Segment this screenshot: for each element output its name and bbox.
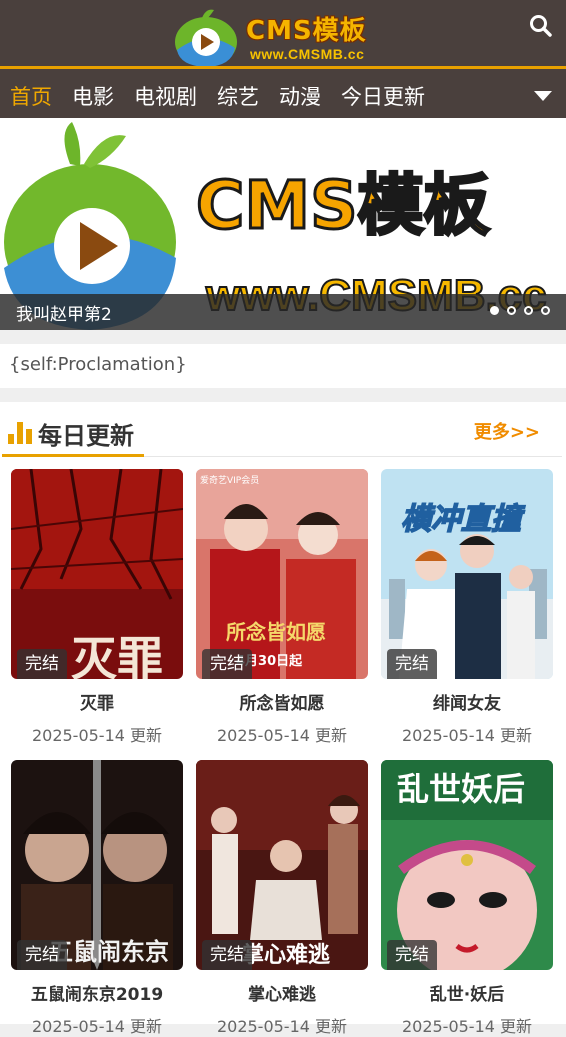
svg-text:爱奇艺VIP会员: 爱奇艺VIP会员 xyxy=(200,474,259,486)
status-badge: 完结 xyxy=(387,940,437,970)
daily-update-section: 每日更新 更多>> 灭罪 完结 灭罪 2025-05-14 更新 爱奇艺VIP会… xyxy=(0,402,566,1036)
svg-text:所念皆如愿: 所念皆如愿 xyxy=(226,620,326,644)
proclamation-text: {self:Proclamation} xyxy=(9,354,187,375)
status-badge: 完结 xyxy=(17,649,67,679)
poster-image: 乱世妖后 完结 xyxy=(381,760,553,970)
video-card[interactable]: 横冲直撞 完结 绯闻女友 2025-05-14 更新 xyxy=(381,469,553,746)
nav-expand-caret-icon[interactable] xyxy=(534,91,552,101)
proclamation-bar: {self:Proclamation} xyxy=(0,344,566,388)
card-title[interactable]: 所念皆如愿 xyxy=(196,689,368,714)
svg-text:掌心难逃: 掌心难逃 xyxy=(242,943,331,968)
card-date: 2025-05-14 更新 xyxy=(216,726,348,745)
video-card[interactable]: 乱世妖后 完结 乱世·妖后 2025-05-14 更新 xyxy=(381,760,553,1037)
nav-item-today[interactable]: 今日更新 xyxy=(341,81,425,111)
video-card[interactable]: 掌心难逃 完结 掌心难逃 2025-05-14 更新 xyxy=(196,760,368,1037)
site-logo[interactable]: CMS模板 www.CMSMB.cc xyxy=(172,4,394,67)
nav-item-home[interactable]: 首页 xyxy=(10,81,52,111)
svg-text:横冲直撞: 横冲直撞 xyxy=(401,502,526,537)
slider-dot-4[interactable] xyxy=(541,306,550,315)
header-bar: CMS模板 www.CMSMB.cc xyxy=(0,0,566,67)
nav-item-anime[interactable]: 动漫 xyxy=(279,81,321,111)
nav-item-tv[interactable]: 电视剧 xyxy=(134,81,197,111)
svg-text:五鼠闹东京: 五鼠闹东京 xyxy=(49,938,169,966)
card-date: 2025-05-14 更新 xyxy=(401,1017,533,1036)
card-date: 2025-05-14 更新 xyxy=(31,1017,163,1036)
banner-caption[interactable]: 我叫赵甲第2 xyxy=(16,300,112,325)
search-icon xyxy=(530,15,552,37)
nav-item-variety[interactable]: 综艺 xyxy=(217,81,259,111)
status-badge: 完结 xyxy=(202,649,252,679)
poster-image: 五鼠闹东京 完结 xyxy=(11,760,183,970)
section-title-underline xyxy=(2,454,144,457)
poster-image: 灭罪 完结 xyxy=(11,469,183,679)
poster-image: 横冲直撞 完结 xyxy=(381,469,553,679)
slider-dot-3[interactable] xyxy=(524,306,533,315)
banner-art-title: CMS模板 xyxy=(196,167,490,244)
slider-dots xyxy=(490,306,550,315)
card-title[interactable]: 掌心难逃 xyxy=(196,980,368,1005)
bar-chart-icon xyxy=(8,422,32,444)
nav-item-movies[interactable]: 电影 xyxy=(72,81,114,111)
card-title[interactable]: 灭罪 xyxy=(11,689,183,714)
logo-url: www.CMSMB.cc xyxy=(250,46,365,62)
video-card[interactable]: 五鼠闹东京 完结 五鼠闹东京2019 2025-05-14 更新 xyxy=(11,760,183,1037)
card-title[interactable]: 绯闻女友 xyxy=(381,689,553,714)
more-link[interactable]: 更多>> xyxy=(474,418,540,444)
video-card[interactable]: 灭罪 完结 灭罪 2025-05-14 更新 xyxy=(11,469,183,746)
poster-image: 掌心难逃 完结 xyxy=(196,760,368,970)
svg-text:灭罪: 灭罪 xyxy=(71,632,163,679)
slider-dot-2[interactable] xyxy=(507,306,516,315)
section-title: 每日更新 xyxy=(38,422,134,450)
status-badge: 完结 xyxy=(387,649,437,679)
main-nav: 首页 电影 电视剧 综艺 动漫 今日更新 xyxy=(0,66,566,118)
status-badge: 完结 xyxy=(17,940,67,970)
section-header: 每日更新 更多>> xyxy=(0,402,566,458)
slider-dot-1[interactable] xyxy=(490,306,499,315)
banner-slider[interactable]: CMS模板 www.CMSMB.cc 我叫赵甲第2 xyxy=(0,118,566,330)
status-badge: 完结 xyxy=(202,940,252,970)
poster-image: 爱奇艺VIP会员 所念皆如愿 4月30日起 完结 xyxy=(196,469,368,679)
card-date: 2025-05-14 更新 xyxy=(401,726,533,745)
card-date: 2025-05-14 更新 xyxy=(31,726,163,745)
video-card[interactable]: 爱奇艺VIP会员 所念皆如愿 4月30日起 完结 所念皆如愿 2025-05-1… xyxy=(196,469,368,746)
svg-text:乱世妖后: 乱世妖后 xyxy=(397,770,525,808)
logo-title: CMS模板 xyxy=(246,16,367,46)
search-button[interactable] xyxy=(528,13,554,39)
card-title[interactable]: 五鼠闹东京2019 xyxy=(11,980,183,1005)
card-date: 2025-05-14 更新 xyxy=(216,1017,348,1036)
card-title[interactable]: 乱世·妖后 xyxy=(381,980,553,1005)
apple-play-logo-icon xyxy=(175,9,237,67)
